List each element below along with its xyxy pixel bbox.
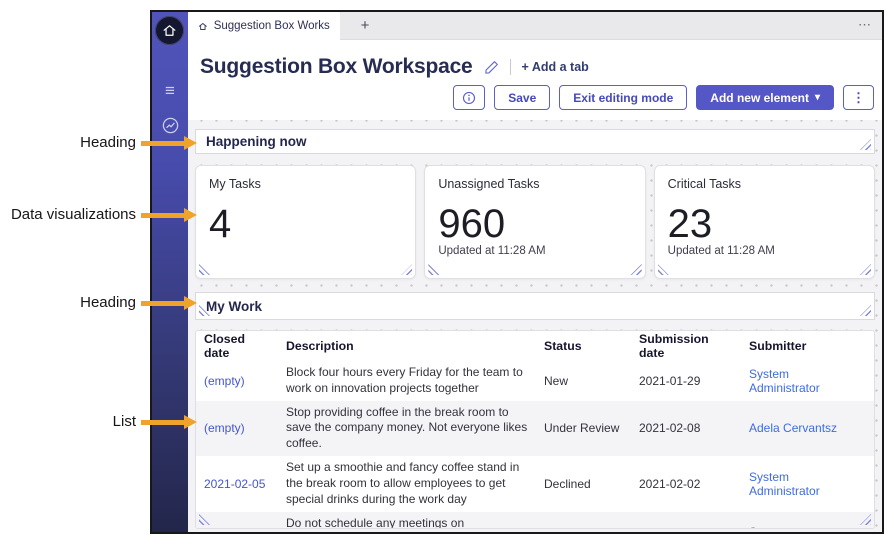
app-sidebar: ≡: [152, 12, 188, 532]
add-new-element-button[interactable]: Add new element ▾: [696, 85, 834, 110]
card-updated: Updated at 11:28 AM: [438, 245, 545, 257]
cell-closed-date[interactable]: (empty): [204, 421, 286, 435]
column-header-submitter: Submitter: [749, 339, 874, 353]
tab-suggestion-box-workspace[interactable]: Suggestion Box Worksp...: [188, 12, 340, 40]
table-row: (empty) Do not schedule any meetings on …: [196, 512, 874, 529]
toolbar: Save Exit editing mode Add new element ▾…: [453, 85, 874, 110]
title-divider: [510, 59, 511, 75]
insights-icon[interactable]: [152, 116, 188, 140]
card-value: 960: [438, 204, 631, 244]
card-unassigned-tasks[interactable]: Unassigned Tasks 960 Updated at 11:28 AM: [424, 165, 645, 279]
annotation-arrow-list: [141, 420, 184, 425]
cell-submitter[interactable]: System Administrator: [749, 470, 874, 498]
data-visualizations-row: My Tasks 4 Unassigned Tasks 960 Updated …: [195, 165, 875, 279]
tab-overflow-button[interactable]: ⋯: [858, 12, 872, 40]
resize-handle[interactable]: [860, 139, 871, 150]
resize-handle[interactable]: [860, 305, 871, 316]
resize-handle[interactable]: [631, 264, 642, 275]
cell-description: Do not schedule any meetings on Wednesda…: [286, 512, 544, 529]
more-options-button[interactable]: ⋮: [843, 85, 874, 110]
chevron-down-icon: ▾: [815, 93, 820, 103]
resize-handle[interactable]: [860, 264, 871, 275]
cell-submission-date: 2021-01-29: [639, 374, 749, 388]
card-updated: Updated at 11:28 AM: [668, 245, 775, 257]
resize-handle[interactable]: [658, 264, 669, 275]
card-value: 23: [668, 204, 861, 244]
column-header-status: Status: [544, 339, 639, 353]
cell-closed-date[interactable]: (empty): [204, 374, 286, 388]
edit-title-button[interactable]: [484, 60, 499, 75]
cell-description: Set up a smoothie and fancy coffee stand…: [286, 456, 544, 511]
resize-handle[interactable]: [428, 264, 439, 275]
page-title: Suggestion Box Workspace: [200, 55, 473, 79]
new-tab-button[interactable]: +: [351, 12, 379, 40]
tab-home-icon: [198, 21, 208, 32]
card-critical-tasks[interactable]: Critical Tasks 23 Updated at 11:28 AM: [654, 165, 875, 279]
annotation-arrow-data-visualizations: [141, 213, 184, 218]
table-row: (empty) Block four hours every Friday fo…: [196, 361, 874, 401]
annotation-label-list: List: [113, 414, 136, 430]
cell-closed-date[interactable]: 2021-02-05: [204, 477, 286, 491]
info-button[interactable]: [453, 85, 485, 110]
column-header-description: Description: [286, 339, 544, 353]
resize-handle[interactable]: [401, 264, 412, 275]
home-icon[interactable]: [155, 16, 184, 45]
heading-element-my-work[interactable]: My Work: [195, 292, 875, 320]
add-a-tab-link[interactable]: + Add a tab: [522, 60, 589, 74]
card-my-tasks[interactable]: My Tasks 4: [195, 165, 416, 279]
kebab-icon: ⋮: [852, 90, 865, 106]
cell-status: Under Review: [544, 421, 639, 435]
add-new-element-label: Add new element: [710, 91, 809, 105]
cell-status: Declined: [544, 477, 639, 491]
cell-description: Block four hours every Friday for the te…: [286, 361, 544, 401]
column-header-submission-date: Submission date: [639, 332, 749, 360]
cell-description: Stop providing coffee in the break room …: [286, 401, 544, 456]
annotation-arrow-heading-1: [141, 141, 184, 146]
cell-status: New: [544, 374, 639, 388]
info-icon: [462, 91, 476, 105]
annotation-label-heading-2: Heading: [80, 295, 136, 311]
heading-text: Happening now: [206, 134, 307, 149]
card-title: My Tasks: [209, 177, 402, 191]
heading-element-happening-now[interactable]: Happening now: [195, 129, 875, 154]
save-button[interactable]: Save: [494, 85, 550, 110]
card-title: Critical Tasks: [668, 177, 861, 191]
list-icon[interactable]: ≡: [152, 82, 188, 99]
card-value: 4: [209, 204, 402, 244]
tab-bar: Suggestion Box Worksp... + ⋯: [188, 12, 882, 40]
table-header-row: Closed date Description Status Submissio…: [196, 331, 874, 361]
screenshot-canvas: Heading Data visualizations Heading List…: [0, 0, 894, 548]
annotation-label-heading-1: Heading: [80, 135, 136, 151]
resize-handle[interactable]: [199, 264, 210, 275]
table-row: 2021-02-05 Set up a smoothie and fancy c…: [196, 456, 874, 511]
cell-submitter[interactable]: System Administrator: [749, 525, 874, 529]
edit-canvas: Happening now My Tasks 4 Unassigned Task…: [188, 120, 882, 532]
insights-icon-glyph: [161, 116, 180, 135]
card-title: Unassigned Tasks: [438, 177, 631, 191]
exit-editing-mode-button[interactable]: Exit editing mode: [559, 85, 687, 110]
cell-submission-date: 2021-02-02: [639, 477, 749, 491]
title-row: Suggestion Box Workspace + Add a tab: [200, 55, 589, 79]
cell-submitter[interactable]: System Administrator: [749, 367, 874, 395]
annotation-arrow-heading-2: [141, 301, 184, 306]
annotation-label-data-visualizations: Data visualizations: [11, 207, 136, 223]
page-header: Suggestion Box Workspace + Add a tab: [188, 40, 882, 120]
heading-text: My Work: [206, 299, 262, 314]
cell-submission-date: 2021-02-08: [639, 421, 749, 435]
app-window: ≡ Suggestion Box Worksp... + ⋯: [150, 10, 884, 534]
tab-title: Suggestion Box Worksp...: [214, 20, 330, 32]
home-icon-glyph: [162, 23, 177, 38]
list-element-my-work[interactable]: Closed date Description Status Submissio…: [195, 330, 875, 529]
cell-submitter[interactable]: Adela Cervantsz: [749, 421, 874, 435]
pencil-icon: [484, 60, 499, 75]
table-row: (empty) Stop providing coffee in the bre…: [196, 401, 874, 456]
column-header-closed-date: Closed date: [204, 332, 286, 360]
